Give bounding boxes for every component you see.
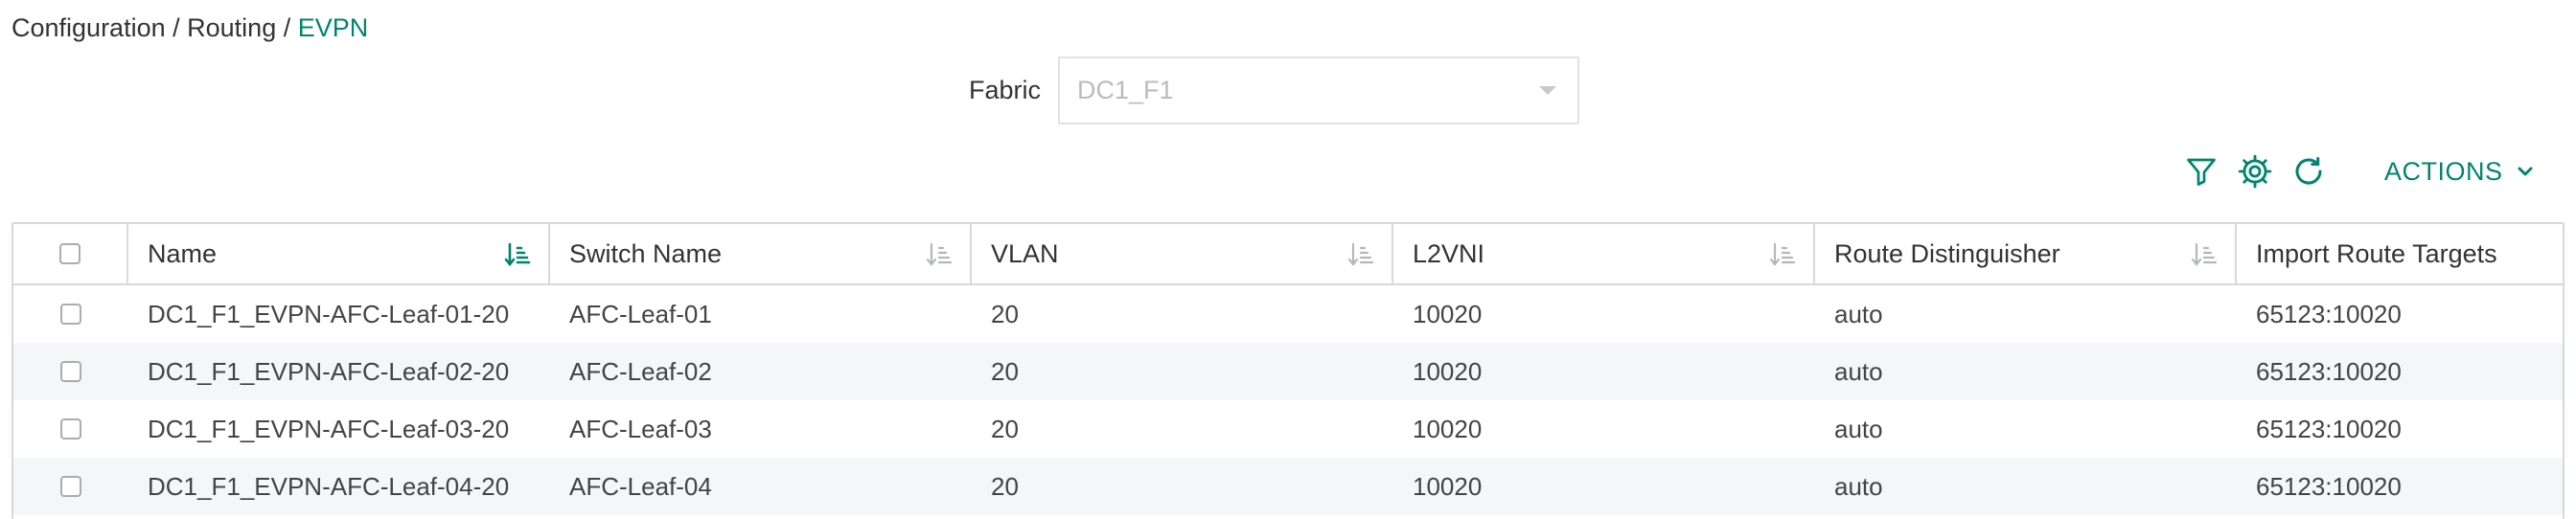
column-header-label: Import Route Targets xyxy=(2256,238,2497,268)
table-row[interactable]: DC1_F1_EVPN-AFC-Leaf-01-20 AFC-Leaf-01 2… xyxy=(13,285,2563,343)
select-all-checkbox[interactable] xyxy=(59,243,80,264)
column-header-import-route-targets[interactable]: Import Route Targets xyxy=(2237,224,2563,283)
table-row[interactable]: DC1_F1_EVPN-AFC-Leaf-03-20 AFC-Leaf-03 2… xyxy=(13,400,2563,458)
row-checkbox[interactable] xyxy=(60,361,81,382)
column-header-label: Switch Name xyxy=(569,238,723,268)
cell-import-route-targets: 65123:10020 xyxy=(2256,356,2402,386)
column-header-route-distinguisher[interactable]: Route Distinguisher xyxy=(1815,224,2237,283)
refresh-icon[interactable] xyxy=(2288,151,2329,192)
row-checkbox[interactable] xyxy=(60,304,81,325)
fabric-selector-row: Fabric DC1_F1 xyxy=(969,56,1580,124)
gear-icon[interactable] xyxy=(2235,151,2275,192)
breadcrumb-item-configuration[interactable]: Configuration xyxy=(12,13,166,42)
cell-name: DC1_F1_EVPN-AFC-Leaf-02-20 xyxy=(148,356,510,386)
sort-icon[interactable] xyxy=(926,241,953,268)
column-header-vlan[interactable]: VLAN xyxy=(972,224,1393,283)
caret-down-icon xyxy=(1539,86,1557,95)
row-select-cell xyxy=(13,285,128,343)
sort-icon[interactable] xyxy=(2191,241,2218,268)
cell-import-route-targets: 65123:10020 xyxy=(2256,414,2402,443)
row-select-cell xyxy=(13,343,128,400)
cell-vlan: 20 xyxy=(991,299,1019,328)
cell-switch-name: AFC-Leaf-04 xyxy=(569,471,712,501)
table-toolbar: ACTIONS xyxy=(2181,151,2534,192)
column-header-label: Route Distinguisher xyxy=(1834,238,2060,268)
column-header-label: VLAN xyxy=(991,238,1059,268)
column-header-label: L2VNI xyxy=(1413,238,1485,268)
column-header-label: Name xyxy=(148,238,218,268)
cell-route-distinguisher: auto xyxy=(1834,471,1883,501)
row-checkbox[interactable] xyxy=(60,476,81,497)
cell-l2vni: 10020 xyxy=(1413,356,1483,386)
cell-l2vni: 10020 xyxy=(1413,414,1483,443)
breadcrumb-separator: / xyxy=(172,13,188,42)
cell-l2vni: 10020 xyxy=(1413,299,1483,328)
cell-vlan: 20 xyxy=(991,471,1019,501)
sort-icon[interactable] xyxy=(1347,241,1374,268)
cell-name: DC1_F1_EVPN-AFC-Leaf-04-20 xyxy=(148,471,510,501)
cell-route-distinguisher: auto xyxy=(1834,299,1883,328)
column-header-switch-name[interactable]: Switch Name xyxy=(550,224,972,283)
cell-import-route-targets: 65123:10020 xyxy=(2256,299,2402,328)
breadcrumb-separator: / xyxy=(283,13,298,42)
cell-switch-name: AFC-Leaf-01 xyxy=(569,299,712,328)
breadcrumb-item-evpn: EVPN xyxy=(297,13,369,42)
fabric-label: Fabric xyxy=(969,76,1042,104)
cell-route-distinguisher: auto xyxy=(1834,356,1883,386)
fabric-select[interactable]: DC1_F1 xyxy=(1058,56,1580,124)
sort-icon[interactable] xyxy=(1769,241,1796,268)
cell-l2vni: 10020 xyxy=(1413,471,1483,501)
actions-button[interactable]: ACTIONS xyxy=(2384,157,2534,187)
header-select-all xyxy=(13,224,128,283)
cell-route-distinguisher: auto xyxy=(1834,414,1883,443)
cell-switch-name: AFC-Leaf-03 xyxy=(569,414,712,443)
cell-vlan: 20 xyxy=(991,356,1019,386)
row-select-cell xyxy=(13,400,128,458)
fabric-select-value: DC1_F1 xyxy=(1077,76,1174,104)
table-row[interactable]: DC1_F1_EVPN-AFC-Leaf-04-20 AFC-Leaf-04 2… xyxy=(13,458,2563,515)
actions-label: ACTIONS xyxy=(2384,156,2503,186)
cell-switch-name: AFC-Leaf-02 xyxy=(569,356,712,386)
evpn-table: Name Switch Name VLAN L2VNI Route Distin… xyxy=(12,222,2564,519)
breadcrumb: Configuration / Routing / EVPN xyxy=(12,13,368,43)
row-checkbox[interactable] xyxy=(60,418,81,440)
table-header: Name Switch Name VLAN L2VNI Route Distin… xyxy=(13,224,2563,285)
cell-import-route-targets: 65123:10020 xyxy=(2256,471,2402,501)
table-row[interactable]: DC1_F1_EVPN-AFC-Leaf-02-20 AFC-Leaf-02 2… xyxy=(13,343,2563,400)
row-select-cell xyxy=(13,458,128,515)
filter-icon[interactable] xyxy=(2181,151,2221,192)
cell-name: DC1_F1_EVPN-AFC-Leaf-01-20 xyxy=(148,299,510,328)
chevron-down-icon xyxy=(2518,167,2533,176)
column-header-l2vni[interactable]: L2VNI xyxy=(1393,224,1815,283)
column-header-name[interactable]: Name xyxy=(128,224,550,283)
cell-name: DC1_F1_EVPN-AFC-Leaf-03-20 xyxy=(148,414,510,443)
cell-vlan: 20 xyxy=(991,414,1019,443)
breadcrumb-item-routing[interactable]: Routing xyxy=(187,13,276,42)
sort-active-icon[interactable] xyxy=(504,241,531,268)
